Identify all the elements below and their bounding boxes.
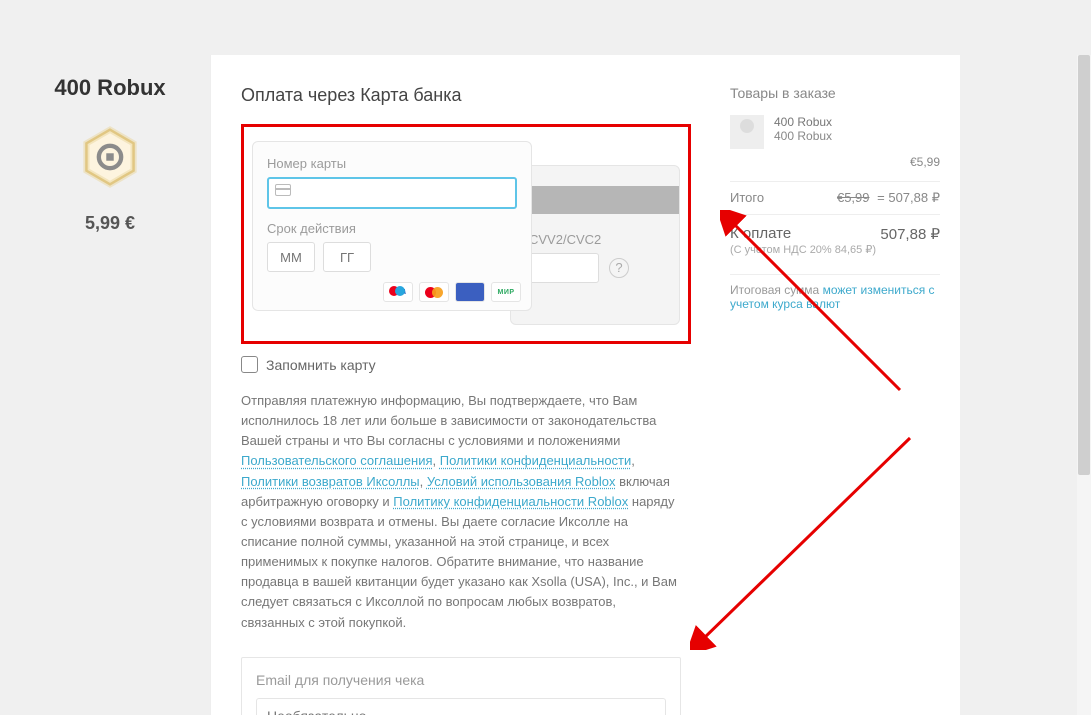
mir-icon: МИР [491, 282, 521, 302]
scrollbar-thumb[interactable] [1078, 55, 1090, 475]
product-price: 5,99 € [40, 213, 180, 234]
cvv-label: CVV2/CVC2 [529, 232, 667, 247]
item-price: €5,99 [730, 155, 940, 169]
expiry-month-input[interactable] [267, 242, 315, 272]
vat-note: (С учетом НДС 20% 84,65 ₽) [730, 243, 940, 256]
payment-title: Оплата через Карта банка [241, 85, 691, 106]
product-summary: 400 Robux 5,99 € [40, 75, 180, 234]
item-subtitle: 400 Robux [774, 129, 832, 143]
product-title: 400 Robux [40, 75, 180, 101]
expiry-label: Срок действия [267, 221, 517, 236]
item-thumbnail [730, 115, 764, 149]
card-icon [275, 184, 291, 196]
summary-title: Товары в заказе [730, 85, 940, 101]
card-number-label: Номер карты [267, 156, 517, 171]
cvv-input[interactable] [529, 253, 599, 283]
link-roblox-privacy[interactable]: Политику конфиденциальности Roblox [393, 494, 628, 509]
email-input[interactable] [256, 698, 666, 715]
subtotal-row: Итого €5,99 = 507,88 ₽ [730, 190, 940, 206]
order-item: 400 Robux 400 Robux [730, 115, 940, 149]
rate-note: Итоговая сумма может измениться с учетом… [730, 283, 940, 311]
legal-text: Отправляя платежную информацию, Вы подтв… [241, 391, 691, 633]
remember-card-row[interactable]: Запомнить карту [241, 356, 691, 373]
email-label: Email для получения чека [256, 672, 666, 688]
card-front: Номер карты Срок действия VISA [252, 141, 532, 311]
link-roblox-terms[interactable]: Условий использования Roblox [427, 474, 616, 489]
maestro-icon [455, 282, 485, 302]
expiry-year-input[interactable] [323, 242, 371, 272]
link-xsolla-refund[interactable]: Политики возвратов Иксоллы [241, 474, 420, 489]
link-user-agreement[interactable]: Пользовательского соглашения [241, 453, 433, 468]
checkout-panel: Оплата через Карта банка CVV2/CVC2 🔒 [210, 55, 960, 715]
remember-card-checkbox[interactable] [241, 356, 258, 373]
item-name: 400 Robux [774, 115, 832, 129]
total-row: К оплате 507,88 ₽ [730, 225, 940, 243]
email-receipt-box: Email для получения чека [241, 657, 681, 715]
order-summary: Товары в заказе 400 Robux 400 Robux €5,9… [730, 85, 940, 311]
mastercard-icon [419, 282, 449, 302]
card-brand-logos: VISA МИР [383, 282, 521, 302]
robux-icon [79, 126, 141, 188]
remember-card-label: Запомнить карту [266, 357, 376, 373]
card-back: CVV2/CVC2 🔒 ? [510, 165, 680, 325]
link-privacy-policy[interactable]: Политики конфиденциальности [440, 453, 632, 468]
annotation-box-card: CVV2/CVC2 🔒 ? Номер карты [241, 124, 691, 344]
cvv-help-icon[interactable]: ? [609, 258, 629, 278]
card-number-input[interactable] [267, 177, 517, 209]
